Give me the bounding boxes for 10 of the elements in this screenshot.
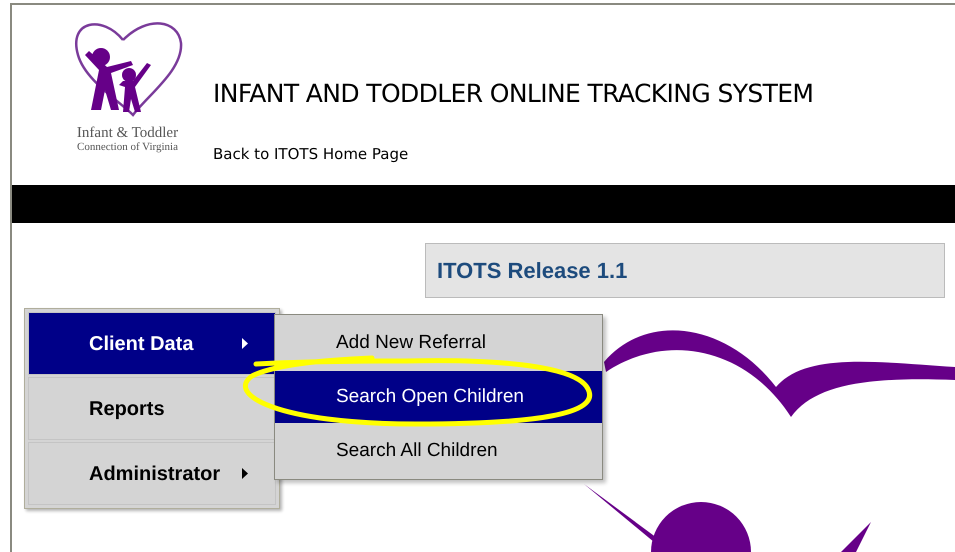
menu-item[interactable]: Administrator <box>28 442 276 505</box>
menu-item[interactable]: Reports <box>28 377 276 440</box>
release-banner: ITOTS Release 1.1 <box>425 243 945 298</box>
system-title: INFANT AND TODDLER ONLINE TRACKING SYSTEM <box>213 78 814 110</box>
home-link[interactable]: Back to ITOTS Home Page <box>213 142 814 165</box>
logo-text: Connection of Virginia <box>77 141 178 154</box>
submenu-item[interactable]: Add New Referral <box>275 317 602 369</box>
logo-text: Infant & Toddler <box>76 125 178 141</box>
submenu-item[interactable]: Search Open Children <box>275 371 602 423</box>
menu-item[interactable]: Client Data <box>28 312 276 375</box>
